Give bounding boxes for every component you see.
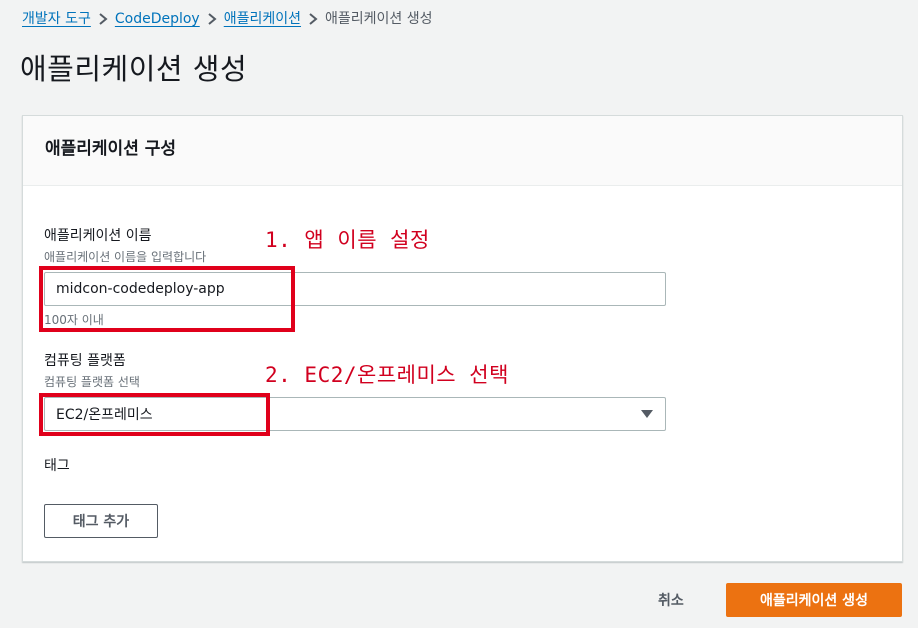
app-name-constraint: 100자 이내	[44, 313, 104, 327]
chevron-right-icon	[301, 9, 325, 29]
platform-select-value: EC2/온프레미스	[56, 407, 153, 423]
annotation-step1-text: 1. 앱 이름 설정	[265, 228, 430, 252]
page-title: 애플리케이션 생성	[20, 52, 248, 86]
add-tag-button[interactable]: 태그 추가	[44, 504, 158, 538]
breadcrumb: 개발자 도구 CodeDeploy 애플리케이션 애플리케이션 생성	[22, 9, 433, 29]
breadcrumb-current: 애플리케이션 생성	[325, 11, 433, 27]
breadcrumb-developer-tools[interactable]: 개발자 도구	[22, 9, 91, 29]
app-name-description: 애플리케이션 이름을 입력합니다	[44, 250, 207, 264]
annotation-step2-text: 2. EC2/온프레미스 선택	[265, 363, 509, 387]
cancel-button[interactable]: 취소	[648, 584, 694, 616]
panel-title: 애플리케이션 구성	[45, 139, 177, 159]
app-name-input[interactable]	[44, 272, 666, 306]
platform-select[interactable]: EC2/온프레미스	[44, 397, 666, 431]
create-application-button[interactable]: 애플리케이션 생성	[726, 583, 902, 617]
platform-label: 컴퓨팅 플랫폼	[44, 353, 126, 369]
panel-header: 애플리케이션 구성	[23, 116, 902, 186]
breadcrumb-applications[interactable]: 애플리케이션	[224, 9, 301, 29]
chevron-right-icon	[200, 9, 224, 29]
chevron-right-icon	[91, 9, 115, 29]
caret-down-icon	[641, 410, 653, 418]
tags-label: 태그	[44, 458, 70, 474]
platform-description: 컴퓨팅 플랫폼 선택	[44, 375, 140, 389]
app-name-label: 애플리케이션 이름	[44, 228, 152, 244]
application-config-panel: 애플리케이션 구성 애플리케이션 이름 애플리케이션 이름을 입력합니다 100…	[22, 115, 903, 562]
breadcrumb-codedeploy[interactable]: CodeDeploy	[115, 9, 200, 29]
